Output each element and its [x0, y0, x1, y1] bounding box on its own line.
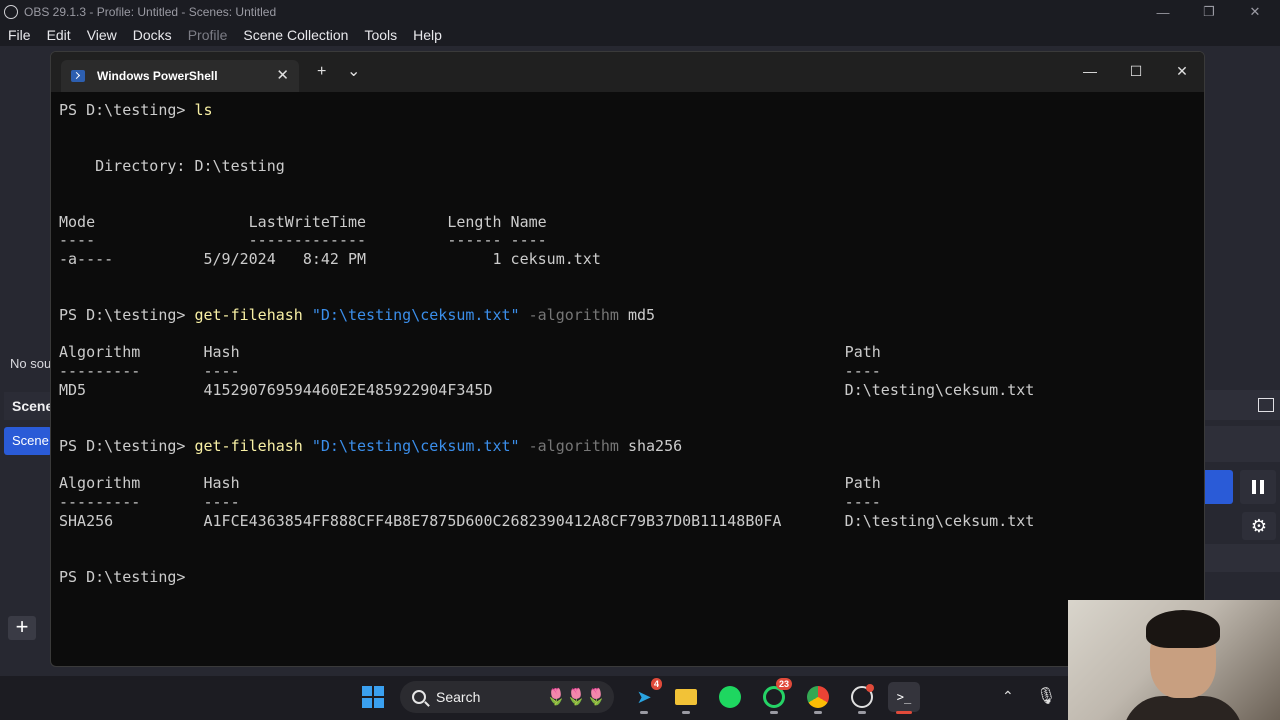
search-label: Search — [436, 689, 481, 705]
telegram-icon[interactable]: ➤ 4 — [628, 678, 662, 714]
obs-control-row — [1205, 544, 1280, 572]
spotify-icon[interactable] — [714, 682, 746, 712]
tab-title: Windows PowerShell — [97, 69, 218, 83]
add-scene-button[interactable]: + — [8, 616, 36, 640]
tab-close-icon[interactable]: ✕ — [276, 66, 289, 84]
menu-tools[interactable]: Tools — [364, 27, 397, 43]
chevron-up-icon[interactable]: ⌃ — [1002, 688, 1014, 705]
command: get-filehash — [194, 437, 303, 455]
parameter: -algorithm — [519, 437, 619, 455]
tab-dropdown-icon[interactable]: ⌄ — [347, 64, 360, 80]
webcam-overlay — [1068, 600, 1280, 720]
file-explorer-icon[interactable] — [670, 682, 702, 714]
close-icon[interactable]: ✕ — [1232, 0, 1278, 24]
terminal-line: PS D:\testing> ls — [59, 101, 213, 119]
new-tab-button[interactable]: + — [317, 64, 326, 80]
taskbar-search-box[interactable]: Search 🌷🌷🌷 — [400, 681, 614, 713]
pause-icon — [1260, 480, 1264, 494]
obs-control-row — [1205, 426, 1280, 462]
notification-badge: 4 — [650, 678, 662, 690]
close-icon[interactable]: ✕ — [1159, 63, 1204, 83]
terminal-line: --------- ---- ---- — [59, 493, 881, 511]
terminal-tabbar: Windows PowerShell ✕ + ⌄ — ☐ ✕ — [51, 52, 1204, 92]
menu-file[interactable]: File — [8, 27, 31, 43]
windows-start-icon[interactable] — [362, 686, 384, 708]
parameter: -algorithm — [519, 306, 619, 324]
terminal-line: Algorithm Hash Path — [59, 474, 881, 492]
command: get-filehash — [194, 306, 303, 324]
prompt: PS D:\testing> — [59, 437, 195, 455]
maximize-icon[interactable]: ☐ — [1113, 63, 1159, 83]
obs-titlebar: OBS 29.1.3 - Profile: Untitled - Scenes:… — [0, 0, 1280, 24]
terminal-line: Algorithm Hash Path — [59, 343, 881, 361]
pause-icon — [1252, 480, 1256, 494]
scene-list-item[interactable]: Scene — [4, 427, 52, 455]
terminal-line: Directory: D:\testing — [59, 157, 285, 175]
menu-edit[interactable]: Edit — [47, 27, 71, 43]
dock-layout-icon[interactable] — [1258, 398, 1274, 412]
chrome-icon[interactable] — [802, 682, 834, 714]
no-source-text: No sou — [10, 356, 52, 371]
menu-profile[interactable]: Profile — [188, 27, 228, 43]
terminal-icon[interactable]: >_ — [888, 682, 920, 714]
terminal-line: ---- ------------- ------ ---- — [59, 231, 547, 249]
terminal-line: PS D:\testing> get-filehash "D:\testing\… — [59, 306, 655, 324]
powershell-window: Windows PowerShell ✕ + ⌄ — ☐ ✕ PS D:\tes… — [50, 51, 1205, 667]
menu-scene-collection[interactable]: Scene Collection — [243, 27, 348, 43]
prompt: PS D:\testing> — [59, 306, 195, 324]
string-argument: "D:\testing\ceksum.txt" — [302, 437, 520, 455]
notification-badge: 23 — [775, 678, 792, 690]
obs-icon[interactable] — [846, 682, 878, 714]
terminal-line: PS D:\testing> get-filehash "D:\testing\… — [59, 437, 682, 455]
parameter-value: md5 — [618, 306, 656, 324]
terminal-output[interactable]: PS D:\testing> ls Directory: D:\testing … — [59, 98, 1199, 658]
obs-logo-icon — [4, 5, 18, 19]
search-icon — [412, 690, 426, 704]
terminal-line: --------- ---- ---- — [59, 362, 881, 380]
minimize-icon[interactable]: — — [1067, 63, 1113, 83]
powershell-icon — [71, 70, 85, 82]
terminal-line: SHA256 A1FCE4363854FF888CFF4B8E7875D600C… — [59, 512, 1035, 530]
command: ls — [194, 101, 213, 119]
scenes-dock-header: Scene — [4, 392, 53, 420]
start-recording-button[interactable] — [1205, 470, 1233, 504]
minimize-icon[interactable]: — — [1140, 0, 1186, 24]
obs-window-title: OBS 29.1.3 - Profile: Untitled - Scenes:… — [24, 5, 277, 19]
restore-icon[interactable]: ❐ — [1186, 0, 1232, 24]
tab-windows-powershell[interactable]: Windows PowerShell ✕ — [61, 60, 299, 92]
pause-button[interactable] — [1240, 470, 1276, 504]
terminal-line: -a---- 5/9/2024 8:42 PM 1 ceksum.txt — [59, 250, 601, 268]
terminal-line: Mode LastWriteTime Length Name — [59, 213, 547, 231]
terminal-line: PS D:\testing> — [59, 568, 194, 586]
prompt: PS D:\testing> — [59, 101, 195, 119]
parameter-value: sha256 — [618, 437, 683, 455]
obs-menubar: File Edit View Docks Profile Scene Colle… — [0, 24, 1280, 46]
settings-gear-icon[interactable]: ⚙ — [1242, 512, 1276, 540]
microphone-icon[interactable]: 🎙 — [1036, 686, 1056, 706]
menu-help[interactable]: Help — [413, 27, 442, 43]
tulips-icon: 🌷🌷🌷 — [546, 689, 606, 706]
menu-view[interactable]: View — [87, 27, 117, 43]
menu-docks[interactable]: Docks — [133, 27, 172, 43]
whatsapp-icon[interactable]: 23 — [758, 678, 792, 714]
prompt: PS D:\testing> — [59, 568, 195, 586]
terminal-line: MD5 415290769594460E2E485922904F345D D:\… — [59, 381, 1035, 399]
string-argument: "D:\testing\ceksum.txt" — [302, 306, 520, 324]
